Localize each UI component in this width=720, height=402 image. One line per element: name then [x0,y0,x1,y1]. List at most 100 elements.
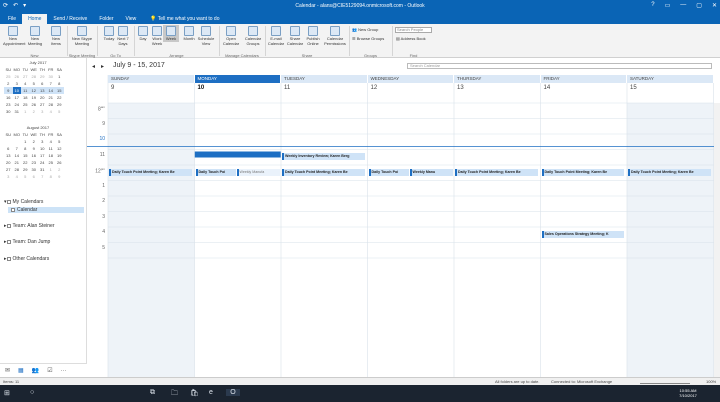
day-cell[interactable]: 5 [55,138,64,145]
day-cell[interactable]: 20 [38,94,47,101]
day-number[interactable]: 13 [454,85,464,91]
day-cell[interactable]: 5 [30,80,39,87]
calendar-event[interactable]: Daily Touch Point Meeting; Karen Be [541,168,624,176]
day-header[interactable]: TUESDAY [281,75,368,83]
day-cell[interactable]: 30 [30,166,39,173]
open-calendar-button[interactable]: Open Calendar [220,25,242,46]
day-cell[interactable]: 9 [4,87,13,94]
tasks-icon[interactable]: ☑ [47,367,52,374]
day-cell[interactable]: 5 [21,173,30,180]
day-cell[interactable]: 22 [55,94,64,101]
checkbox[interactable] [6,239,11,244]
checkbox[interactable] [6,199,11,204]
new-meeting-button[interactable]: New Meeting [25,25,45,46]
day-cell[interactable] [13,138,22,145]
day-cell[interactable]: 6 [4,145,13,152]
clock[interactable]: 10:55 AM 7/10/2017 [676,388,700,398]
mail-icon[interactable]: ✉ [5,367,10,374]
day-cell[interactable]: 23 [4,101,13,108]
day-cell[interactable]: 7 [38,173,47,180]
day-cell[interactable]: 11 [47,145,56,152]
day-cell[interactable]: 18 [47,152,56,159]
day-cell[interactable]: 24 [13,101,22,108]
tab-file[interactable]: File [2,14,22,24]
day-cell[interactable]: 26 [55,159,64,166]
calendar-event[interactable]: Daily Touch Poi [195,168,236,176]
day-cell[interactable]: 26 [13,73,22,80]
calendar-event[interactable]: Daily Touch Point Meeting; Karen Be [628,168,711,176]
day-cell[interactable]: 13 [38,87,47,94]
maximize-button[interactable]: ▢ [696,2,702,9]
day-cell[interactable]: 22 [21,159,30,166]
day-header[interactable]: FRIDAY [540,75,627,83]
day-cell[interactable]: 8 [21,145,30,152]
share-calendar-button[interactable]: Share Calendar [285,25,305,46]
publish-online-button[interactable]: Publish Online [303,25,323,46]
day-cell[interactable]: 27 [4,166,13,173]
day-cell[interactable]: 1 [55,73,64,80]
my-calendars-group[interactable]: ▾ My Calendars [4,199,43,205]
day-cell[interactable]: 4 [21,80,30,87]
day-cell[interactable]: 4 [47,138,56,145]
day-cell[interactable]: 24 [38,159,47,166]
people-icon[interactable]: 👥 [32,367,39,374]
day-cell[interactable]: 3 [38,138,47,145]
day-cell[interactable]: 30 [47,73,56,80]
close-button[interactable]: ✕ [712,2,717,9]
day-cell[interactable]: 29 [21,166,30,173]
day-cell[interactable]: 9 [30,145,39,152]
day-header[interactable]: MONDAY [194,75,281,83]
day-cell[interactable]: 17 [13,94,22,101]
calendar-event[interactable]: Daily Touch Point Meeting; Karen Be [282,168,365,176]
day-cell[interactable]: 11 [21,87,30,94]
week-view-button[interactable]: Week [163,25,179,42]
new-appointment-button[interactable]: New Appointment [3,25,25,46]
ribbon-display-button[interactable]: ▭ [665,2,671,9]
address-book-button[interactable]: ▤ Address Book [396,36,426,41]
tab-send-receive[interactable]: Send / Receive [47,14,93,24]
minimize-button[interactable]: — [680,2,686,9]
day-cell[interactable]: 12 [29,87,38,94]
day-cell[interactable]: 7 [13,145,22,152]
checkbox[interactable] [11,207,15,212]
search-icon[interactable]: ○ [30,389,34,396]
day-number[interactable]: 12 [368,85,378,91]
store-icon[interactable]: 🛍 [190,389,199,397]
day-cell[interactable]: 3 [4,173,13,180]
day-cell[interactable]: 12 [55,145,64,152]
day-cell[interactable]: 10 [12,87,21,94]
day-cell[interactable]: 5 [55,108,64,115]
day-cell[interactable]: 16 [30,152,39,159]
day-cell[interactable]: 4 [13,173,22,180]
day-number[interactable]: 9 [108,85,114,91]
team-alan-steiner-group[interactable]: ▸ Team: Alan Steiner [4,223,54,229]
day-cell[interactable]: 21 [47,94,56,101]
day-cell[interactable]: 28 [13,166,22,173]
day-cell[interactable]: 23 [30,159,39,166]
new-group-button[interactable]: 👥 New Group [352,27,378,32]
more-icon[interactable]: ··· [61,368,67,374]
day-cell[interactable]: 27 [21,73,30,80]
day-cell[interactable]: 8 [55,80,64,87]
day-cell[interactable] [4,138,13,145]
day-cell[interactable]: 3 [38,108,47,115]
tell-me-box[interactable]: 💡 Tell me what you want to do [142,14,225,24]
day-header[interactable]: WEDNESDAY [367,75,454,83]
day-cell[interactable]: 17 [38,152,47,159]
day-number[interactable]: 10 [195,85,205,91]
day-cell[interactable]: 3 [13,80,22,87]
day-cell[interactable]: 30 [4,108,13,115]
calendar-event[interactable]: Daily Touch Poi [368,168,409,176]
day-cell[interactable]: 2 [30,138,39,145]
next-7-days-button[interactable]: Next 7 Days [113,25,133,46]
browse-groups-button[interactable]: ☰ Browse Groups [352,36,384,41]
day-cell[interactable]: 13 [4,152,13,159]
day-cell[interactable]: 1 [21,138,30,145]
day-cell[interactable]: 10 [38,145,47,152]
schedule-view-button[interactable]: Schedule View [196,25,216,46]
day-cell[interactable]: 20 [4,159,13,166]
day-cell[interactable]: 2 [30,108,39,115]
calendar-event[interactable]: Daily Touch Point Meeting; Karen Be [109,168,192,176]
day-cell[interactable]: 26 [30,101,39,108]
calendar-event[interactable]: Daily Touch Point Meeting; Karen Be [455,168,538,176]
